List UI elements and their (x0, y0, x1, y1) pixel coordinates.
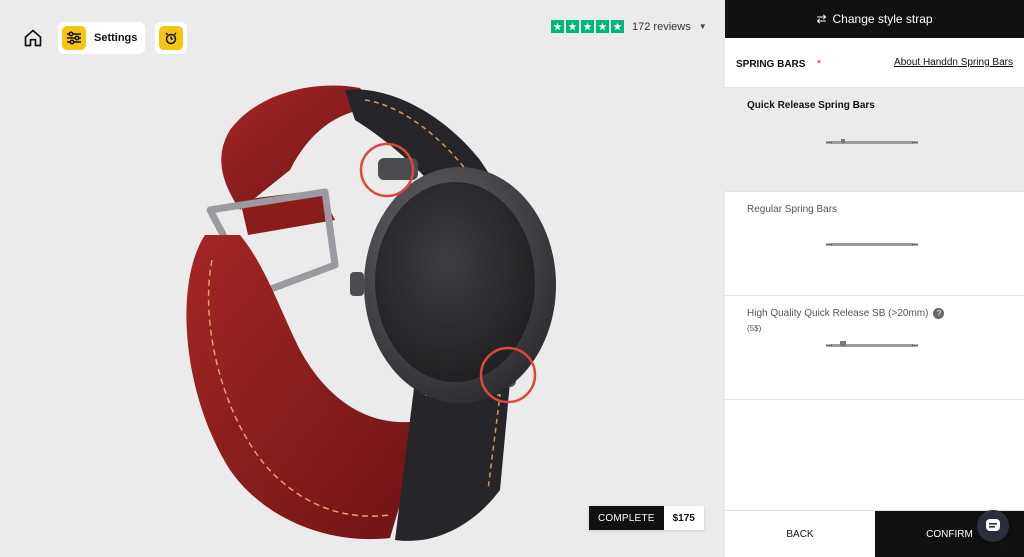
back-button[interactable]: BACK (725, 511, 875, 557)
option-title: Quick Release Spring Bars (747, 100, 875, 111)
options-panel: ⇄ Change style strap SPRING BARS * About… (725, 0, 1024, 557)
settings-label: Settings (94, 32, 138, 44)
star-icon (611, 20, 624, 33)
sliders-icon (62, 26, 86, 50)
total-price: $175 (663, 506, 704, 530)
reviews-count: 172 reviews (632, 20, 691, 33)
swap-arrows-icon: ⇄ (816, 12, 827, 26)
change-style-strap-button[interactable]: ⇄ Change style strap (725, 0, 1024, 38)
chat-button[interactable] (977, 510, 1009, 542)
home-button[interactable] (18, 22, 48, 54)
option-price: (5$) (747, 324, 762, 334)
about-spring-bars-link[interactable]: About Handdn Spring Bars (894, 57, 1013, 68)
option-regular[interactable]: Regular Spring Bars (725, 192, 1024, 296)
spring-bar-image (826, 243, 918, 246)
star-icon (551, 20, 564, 33)
star-icon (596, 20, 609, 33)
star-icon (581, 20, 594, 33)
top-toolbar: Settings (18, 22, 188, 54)
watch-view-button[interactable] (155, 22, 188, 54)
spring-bar-image (826, 341, 918, 347)
watch-icon (159, 26, 184, 50)
product-viewer[interactable]: Settings 172 reviews ▼ COMPLETE $175 (0, 0, 725, 557)
settings-button[interactable]: Settings (58, 22, 146, 54)
section-header: SPRING BARS * About Handdn Spring Bars (725, 38, 1024, 88)
chevron-down-icon: ▼ (698, 22, 707, 31)
completion-status: COMPLETE (589, 506, 664, 530)
option-title: Regular Spring Bars (747, 204, 838, 215)
option-title-row: High Quality Quick Release SB (>20mm)? (747, 308, 1002, 319)
section-title: SPRING BARS (736, 58, 806, 70)
option-title: High Quality Quick Release SB (>20mm) (747, 308, 929, 320)
watch-render (186, 85, 556, 541)
change-style-strap-label: Change style strap (832, 12, 933, 26)
star-icon (566, 20, 579, 33)
help-icon[interactable]: ? (933, 308, 945, 319)
price-summary[interactable]: COMPLETE $175 (589, 506, 704, 530)
chat-icon (986, 519, 1000, 531)
required-mark: * (816, 57, 822, 70)
home-icon (24, 29, 42, 47)
spring-bar-image (826, 139, 918, 144)
rating-stars (551, 20, 624, 33)
option-high-quality[interactable]: High Quality Quick Release SB (>20mm)? (… (725, 296, 1024, 400)
option-quick-release[interactable]: Quick Release Spring Bars (725, 88, 1024, 192)
reviews-widget[interactable]: 172 reviews ▼ (551, 20, 707, 33)
